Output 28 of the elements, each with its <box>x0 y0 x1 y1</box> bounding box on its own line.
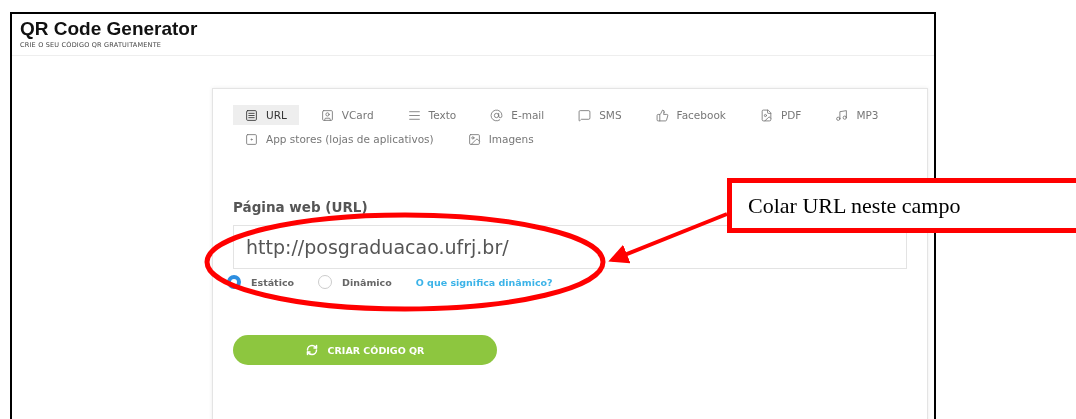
lines-icon <box>407 108 421 122</box>
field-label: Página web (URL) <box>233 199 368 215</box>
type-tab[interactable]: PDF <box>747 105 814 125</box>
url-field[interactable]: http://posgraduacao.ufrj.br/ <box>233 225 907 269</box>
radio-option[interactable]: Dinâmico <box>318 275 392 289</box>
type-tab[interactable]: SMS <box>566 105 634 125</box>
type-tab[interactable]: MP3 <box>823 105 891 125</box>
radio-label: Estático <box>251 276 295 288</box>
callout-box: Colar URL neste campo <box>727 178 1076 233</box>
type-tab[interactable]: E-mail <box>478 105 557 125</box>
radio-label: Dinâmico <box>342 276 392 288</box>
document-icon <box>759 108 773 122</box>
contact-card-icon <box>320 108 334 122</box>
help-link[interactable]: O que significa dinâmico? <box>415 276 553 288</box>
at-sign-icon <box>490 108 504 122</box>
image-icon <box>467 132 481 146</box>
thumbs-up-icon <box>655 108 669 122</box>
music-note-icon <box>835 108 849 122</box>
type-tab[interactable]: Facebook <box>643 105 738 125</box>
app-title: QR Code Generator <box>20 18 199 40</box>
list-icon <box>245 108 258 122</box>
type-tab[interactable]: URL <box>233 105 299 125</box>
type-tab[interactable]: Texto <box>395 105 469 125</box>
speech-bubble-icon <box>578 108 592 122</box>
type-tab[interactable]: Imagens <box>455 129 546 149</box>
type-tab[interactable]: VCard <box>308 105 386 125</box>
type-tab[interactable]: App stores (lojas de aplicativos) <box>233 129 446 149</box>
refresh-icon <box>305 344 318 356</box>
